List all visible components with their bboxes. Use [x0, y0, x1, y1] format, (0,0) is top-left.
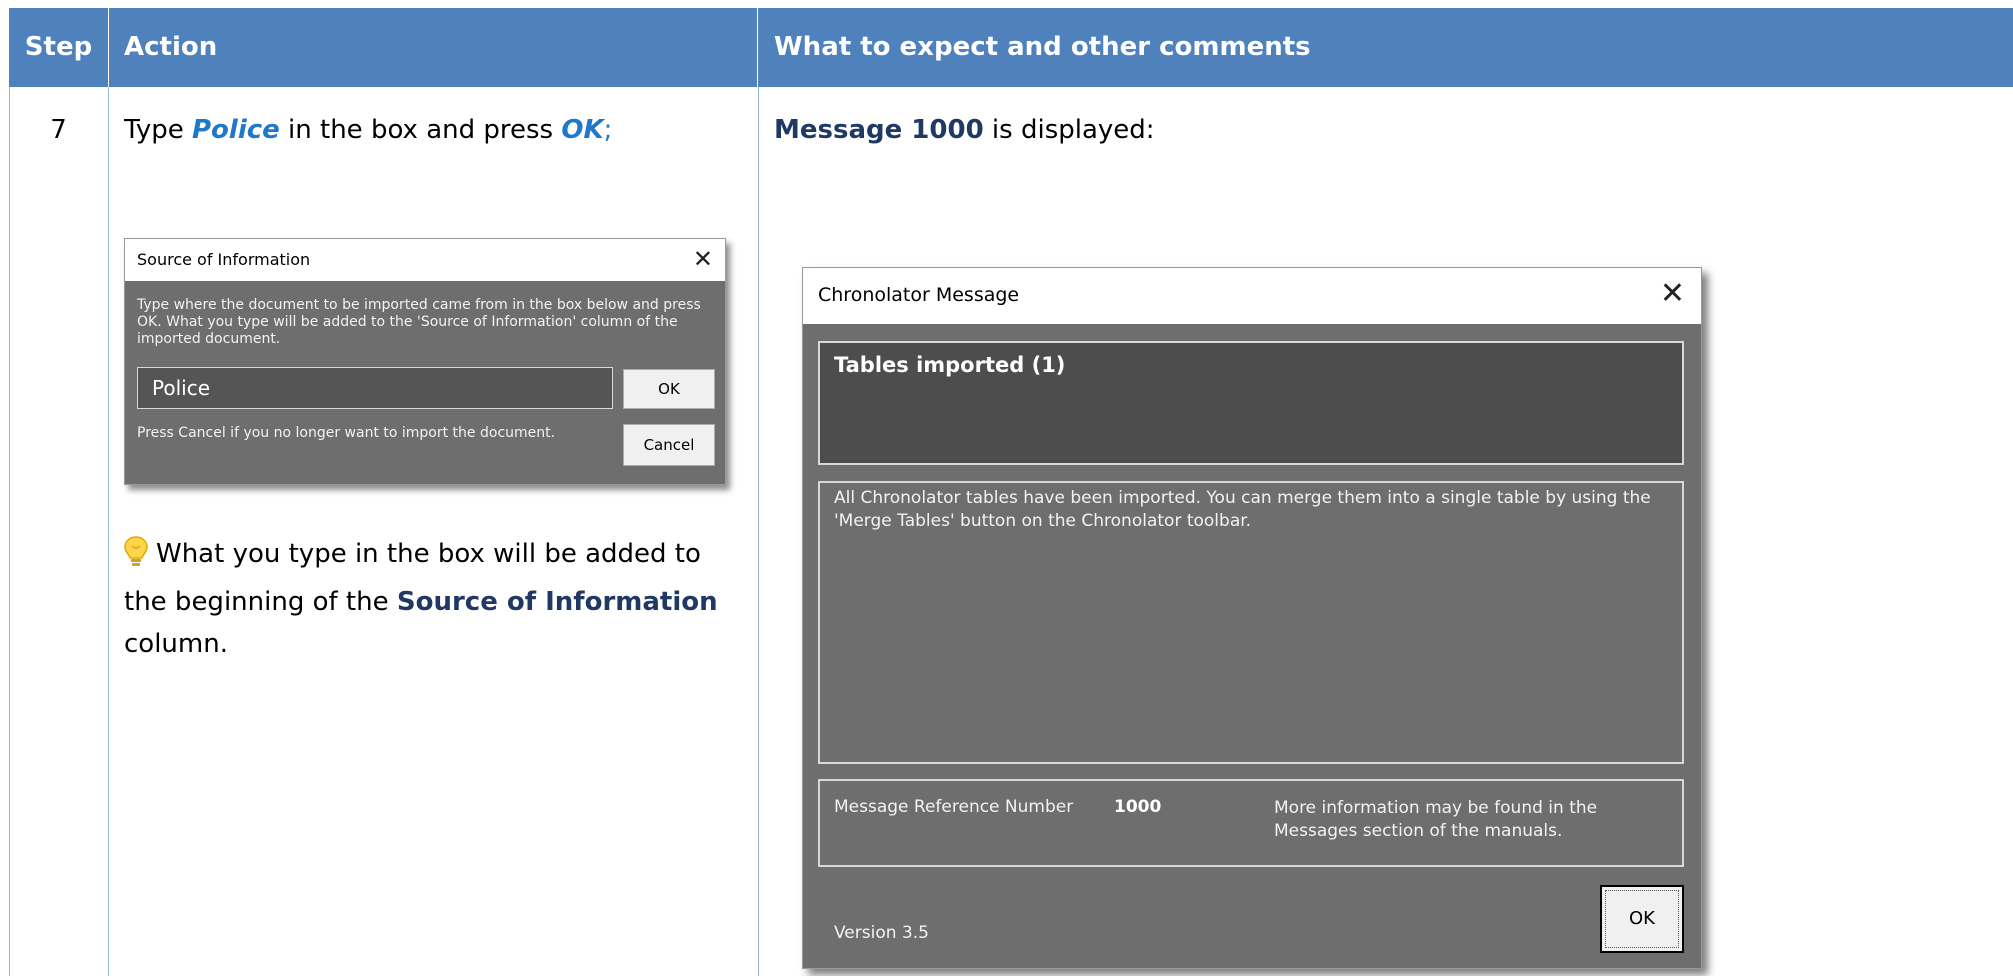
tip-strong: Source of Information	[396, 587, 718, 617]
reference-number: 1000	[1114, 797, 1162, 817]
more-info-text: More information may be found in the Mes…	[1274, 798, 1598, 841]
lightbulb-icon	[124, 536, 148, 581]
action-suffix: ;	[603, 115, 613, 145]
dialog-titlebar: Chronolator Message ✕	[803, 268, 1701, 324]
ok-button[interactable]: OK	[1600, 885, 1684, 953]
action-instruction: Type Police in the box and press OK;	[124, 115, 612, 145]
tip-text: What you type in the box will be added t…	[124, 533, 744, 665]
column-divider	[108, 87, 109, 976]
cancel-note: Press Cancel if you no longer want to im…	[137, 425, 556, 441]
action-keyword-police: Police	[191, 115, 280, 145]
tip-text-end: column.	[124, 629, 228, 659]
action-keyword-ok: OK	[561, 115, 604, 145]
instruction-table: Step Action What to expect and other com…	[9, 8, 2013, 976]
action-middle: in the box and press	[279, 115, 562, 145]
chronolator-message-dialog: Chronolator Message ✕ Tables imported (1…	[802, 267, 1702, 969]
version-label: Version 3.5	[834, 923, 929, 943]
expect-rest: is displayed:	[983, 115, 1155, 145]
dialog-title: Chronolator Message	[818, 284, 1020, 306]
dialog-description: Type where the document to be imported c…	[137, 297, 701, 347]
ok-button[interactable]: OK	[623, 369, 715, 409]
header-step: Step	[9, 8, 109, 87]
table-border-left	[9, 87, 10, 976]
message-body-panel: All Chronolator tables have been importe…	[818, 481, 1684, 764]
step-number: 7	[50, 115, 67, 145]
close-icon[interactable]: ✕	[1660, 276, 1685, 311]
message-body: All Chronolator tables have been importe…	[834, 488, 1651, 531]
expect-text: Message 1000 is displayed:	[774, 115, 1155, 145]
message-reference-panel: Message Reference Number 1000 More infor…	[818, 779, 1684, 867]
header-expect: What to expect and other comments	[774, 32, 1311, 62]
dialog-titlebar: Source of Information ✕	[125, 239, 725, 281]
expect-strong: Message 1000	[774, 115, 984, 145]
dialog-title: Source of Information	[137, 250, 311, 269]
source-of-information-dialog: Source of Information ✕ Type where the d…	[124, 238, 726, 485]
message-heading-panel: Tables imported (1)	[818, 341, 1684, 465]
table-header-row: Step Action What to expect and other com…	[9, 8, 2013, 87]
close-icon[interactable]: ✕	[693, 245, 713, 273]
reference-label: Message Reference Number	[834, 797, 1074, 817]
source-input[interactable]: Police	[137, 367, 613, 409]
header-action: Action	[108, 8, 758, 87]
table-row: 7 Type Police in the box and press OK; S…	[9, 87, 2013, 976]
message-heading: Tables imported (1)	[834, 353, 1066, 377]
column-divider	[758, 87, 759, 976]
cancel-button[interactable]: Cancel	[623, 424, 715, 466]
action-prefix: Type	[124, 115, 192, 145]
